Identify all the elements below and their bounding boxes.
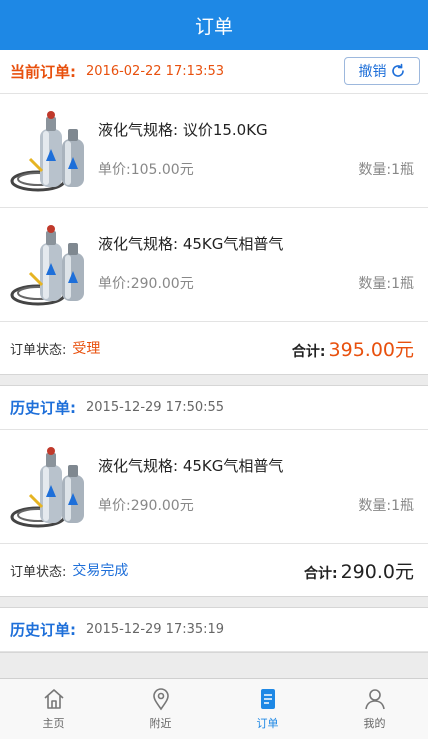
history-order-time: 2015-12-29 17:35:19	[86, 622, 225, 637]
total-amount: 395.00元	[328, 338, 414, 361]
tab-label: 附近	[149, 717, 172, 730]
item-unit-price: 单价:290.00元	[98, 497, 194, 514]
history-order-footer: 订单状态: 交易完成 合计: 290.0元	[0, 544, 428, 596]
item-spec: 液化气规格: 45KG气相普气	[98, 234, 284, 253]
gas-cylinder-image	[10, 110, 84, 191]
order-list[interactable]: 当前订单: 2016-02-22 17:13:53 撤销 液化气规格: 议价15…	[0, 50, 428, 678]
home-icon	[43, 689, 64, 709]
tab-nearby[interactable]: 附近	[107, 679, 214, 739]
refresh-icon	[391, 63, 404, 77]
total-amount: 290.0元	[340, 560, 414, 583]
history-order-header: 历史订单: 2015-12-29 17:50:55	[0, 386, 428, 430]
item-quantity: 数量:1瓶	[358, 275, 414, 292]
tab-mine[interactable]: 我的	[321, 679, 428, 739]
gas-cylinder-image	[10, 446, 84, 527]
app-header: 订单	[0, 0, 428, 50]
order-item-info: 液化气规格: 议价15.0KG 单价:105.00元 数量:1瓶	[98, 109, 428, 193]
order-item-info: 液化气规格: 45KG气相普气 单价:290.00元 数量:1瓶	[98, 223, 428, 307]
history-order-time: 2015-12-29 17:50:55	[86, 400, 225, 415]
order-list-icon	[260, 689, 275, 709]
order-status-value: 受理	[72, 341, 101, 357]
user-icon	[364, 689, 385, 710]
item-quantity: 数量:1瓶	[358, 161, 414, 178]
history-order-card: 历史订单: 2015-12-29 17:35:19	[0, 607, 428, 653]
order-item[interactable]: 液化气规格: 45KG气相普气 单价:290.00元 数量:1瓶	[0, 430, 428, 544]
total-label: 合计:	[303, 565, 338, 582]
order-item[interactable]: 液化气规格: 议价15.0KG 单价:105.00元 数量:1瓶	[0, 94, 428, 208]
tab-label: 我的	[363, 717, 386, 730]
item-spec: 液化气规格: 议价15.0KG	[98, 120, 268, 139]
order-total: 合计: 290.0元	[304, 557, 414, 584]
cancel-order-button[interactable]: 撤销	[344, 57, 420, 85]
location-pin-icon	[152, 688, 169, 711]
history-order-card: 历史订单: 2015-12-29 17:50:55 液化气规格: 45KG气相普…	[0, 385, 428, 597]
order-status-value: 交易完成	[72, 563, 129, 579]
tab-home[interactable]: 主页	[0, 679, 107, 739]
total-label: 合计:	[291, 343, 326, 360]
history-order-label: 历史订单:	[10, 621, 76, 639]
current-order-card: 当前订单: 2016-02-22 17:13:53 撤销 液化气规格: 议价15…	[0, 50, 428, 375]
current-order-header: 当前订单: 2016-02-22 17:13:53 撤销	[0, 50, 428, 94]
order-item-info: 液化气规格: 45KG气相普气 单价:290.00元 数量:1瓶	[98, 445, 428, 529]
order-status-label: 订单状态:	[10, 564, 67, 580]
order-item[interactable]: 液化气规格: 45KG气相普气 单价:290.00元 数量:1瓶	[0, 208, 428, 322]
history-order-label: 历史订单:	[10, 399, 76, 417]
tab-label: 主页	[42, 717, 65, 730]
gas-cylinder-image	[10, 224, 84, 305]
item-unit-price: 单价:290.00元	[98, 275, 194, 292]
bottom-tab-bar: 主页 附近 订单 我的	[0, 678, 428, 739]
tab-label: 订单	[256, 717, 279, 730]
order-total: 合计: 395.00元	[292, 335, 414, 362]
cancel-button-label: 撤销	[358, 64, 387, 80]
item-unit-price: 单价:105.00元	[98, 161, 194, 178]
tab-orders[interactable]: 订单	[214, 679, 321, 739]
current-order-label: 当前订单:	[10, 63, 76, 81]
item-quantity: 数量:1瓶	[358, 497, 414, 514]
current-order-time: 2016-02-22 17:13:53	[86, 64, 225, 79]
page-title: 订单	[194, 15, 233, 38]
order-status-label: 订单状态:	[10, 342, 67, 358]
item-spec: 液化气规格: 45KG气相普气	[98, 456, 284, 475]
history-order-header: 历史订单: 2015-12-29 17:35:19	[0, 608, 428, 652]
current-order-footer: 订单状态: 受理 合计: 395.00元	[0, 322, 428, 374]
